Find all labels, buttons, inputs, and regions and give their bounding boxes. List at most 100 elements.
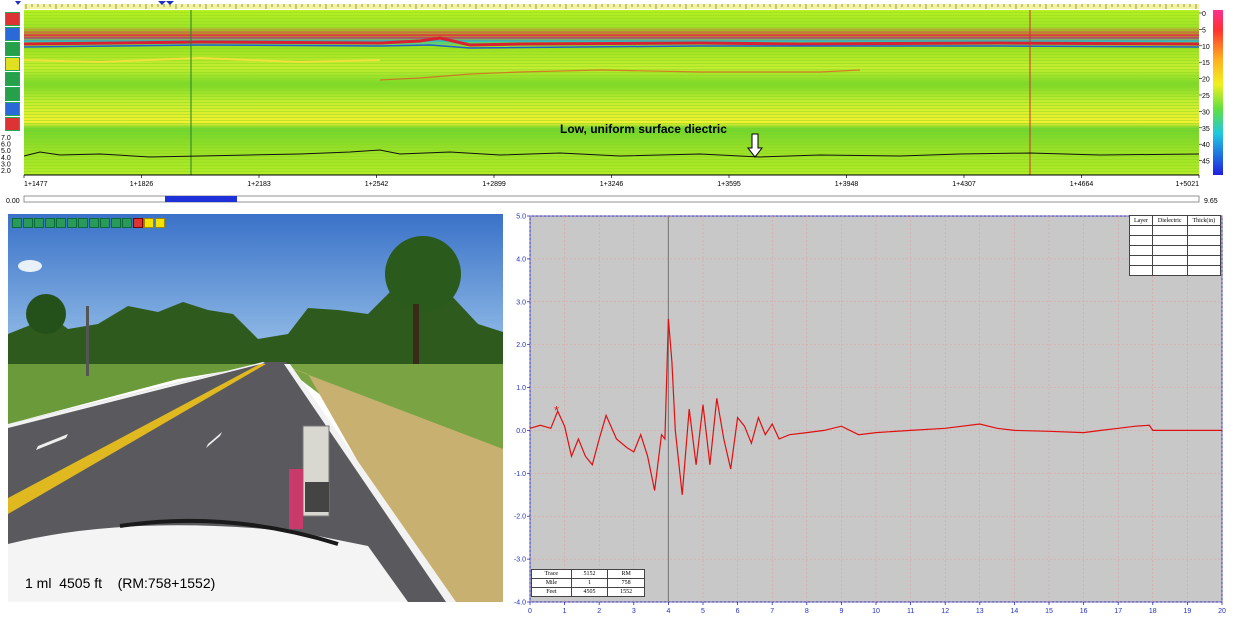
color-scale-label: 20 bbox=[1202, 77, 1210, 84]
table-row bbox=[1129, 225, 1222, 236]
color-scale-label: 45 bbox=[1202, 159, 1210, 166]
color-scale-label: 40 bbox=[1202, 142, 1210, 149]
mark-icon[interactable] bbox=[144, 218, 154, 228]
gpr-arrow-icon[interactable] bbox=[5, 27, 20, 41]
record-icon[interactable] bbox=[133, 218, 143, 228]
x-tick-label: 14 bbox=[1011, 608, 1019, 615]
x-tick-label: 13 bbox=[976, 608, 984, 615]
road-camera-view: 1 ml 4505 ft (RM:758+1552) bbox=[8, 214, 503, 602]
table-cell: 1 bbox=[570, 578, 609, 588]
color-scale-label: 15 bbox=[1202, 60, 1210, 67]
table-cell: RM bbox=[607, 569, 645, 579]
y-tick-label: -2.0 bbox=[514, 514, 526, 521]
gpr-zoom-icon[interactable] bbox=[5, 42, 20, 56]
x-tick-label: 9 bbox=[839, 608, 843, 615]
table-cell: 5152 bbox=[570, 569, 609, 579]
distance-tick-label: 1+3246 bbox=[600, 181, 624, 188]
table-cell: 4505 bbox=[570, 587, 609, 597]
table-cell: 1552 bbox=[607, 587, 645, 597]
gpr-filter-icon[interactable] bbox=[5, 57, 20, 71]
distance-tick-label: 1+2183 bbox=[247, 181, 271, 188]
prev-icon[interactable] bbox=[34, 218, 44, 228]
x-tick-label: 18 bbox=[1149, 608, 1157, 615]
layer-table-header: Thick(in) bbox=[1186, 215, 1222, 226]
y-tick-label: -1.0 bbox=[514, 471, 526, 478]
distance-tick-label: 1+2542 bbox=[365, 181, 389, 188]
gpr-select-icon[interactable] bbox=[5, 102, 20, 116]
last-frame-icon[interactable] bbox=[89, 218, 99, 228]
distance-tick-label: 1+5021 bbox=[1175, 181, 1199, 188]
gpr-panel: 0 5 10 15 20 25 30 35 40 45 7.0 6.0 5.0 4.0 3.0 2.0 Lo… bbox=[0, 0, 1236, 210]
prev-fast-icon[interactable] bbox=[23, 218, 33, 228]
x-tick-label: 5 bbox=[701, 608, 705, 615]
x-tick-label: 2 bbox=[597, 608, 601, 615]
x-tick-label: 8 bbox=[805, 608, 809, 615]
export-icon[interactable] bbox=[155, 218, 165, 228]
gpr-color-icon[interactable] bbox=[5, 12, 20, 26]
distance-tick-label: 1+3948 bbox=[835, 181, 859, 188]
color-scale-bar bbox=[1213, 10, 1223, 175]
y-tick-label: 2.0 bbox=[516, 342, 526, 349]
table-row bbox=[1129, 265, 1222, 276]
slider-thumb[interactable] bbox=[165, 196, 237, 202]
play-icon[interactable] bbox=[56, 218, 66, 228]
distance-tick-label: 1+3595 bbox=[717, 181, 741, 188]
trace-info-table: Trace 5152 RM Mile 1 758 Feet 4505 1552 bbox=[531, 569, 645, 597]
x-tick-label: 0 bbox=[528, 608, 532, 615]
x-tick-label: 12 bbox=[941, 608, 949, 615]
photo-location-caption: 1 ml 4505 ft (RM:758+1552) bbox=[25, 575, 216, 591]
color-scale-label: 10 bbox=[1202, 44, 1210, 51]
gpr-layer-icon[interactable] bbox=[5, 72, 20, 86]
x-tick-label: 7 bbox=[770, 608, 774, 615]
x-tick-label: 3 bbox=[632, 608, 636, 615]
color-scale-label: 0 bbox=[1202, 11, 1206, 18]
color-scale-label: 30 bbox=[1202, 109, 1210, 116]
gpr-compare-icon[interactable] bbox=[5, 117, 20, 131]
color-scale-label: 35 bbox=[1202, 126, 1210, 133]
loop-icon[interactable] bbox=[100, 218, 110, 228]
y-tick-label: 0.0 bbox=[516, 428, 526, 435]
gpr-marker-icon[interactable] bbox=[5, 87, 20, 101]
plot-grid bbox=[529, 215, 1223, 603]
video-toolbar bbox=[12, 218, 165, 228]
table-row bbox=[1129, 255, 1222, 266]
x-tick-label: 16 bbox=[1080, 608, 1088, 615]
distance-tick-label: 1+4307 bbox=[952, 181, 976, 188]
stop-icon[interactable] bbox=[45, 218, 55, 228]
layer-table: Layer Dielectric Thick(in) bbox=[1129, 215, 1222, 276]
x-tick-label: 17 bbox=[1114, 608, 1122, 615]
y-tick-label: 4.0 bbox=[516, 256, 526, 263]
table-row bbox=[1129, 235, 1222, 246]
x-tick-label: 20 bbox=[1218, 608, 1226, 615]
layer-table-header: Dielectric bbox=[1151, 215, 1188, 226]
color-scale-label: 5 bbox=[1202, 27, 1206, 34]
snapshot-icon[interactable] bbox=[111, 218, 121, 228]
gpr-radargram[interactable]: 0 5 10 15 20 25 30 35 40 45 7.06.05.04.03.02.0 Lo… bbox=[0, 0, 1236, 210]
y-tick-label: 1.0 bbox=[516, 385, 526, 392]
settings-icon[interactable] bbox=[122, 218, 132, 228]
table-cell: Mile bbox=[531, 578, 572, 588]
first-frame-icon[interactable] bbox=[12, 218, 22, 228]
x-tick-label: 11 bbox=[907, 608, 914, 615]
y-tick-label: 3.0 bbox=[516, 299, 526, 306]
next-icon[interactable] bbox=[67, 218, 77, 228]
table-cell: 758 bbox=[607, 578, 645, 588]
waveform-panel: 5.0 4.0 3.0 2.0 1.0 0.0 -1.0 -2.0 -3.0 -4.0 01234… bbox=[505, 210, 1236, 619]
next-fast-icon[interactable] bbox=[78, 218, 88, 228]
pick-marker-icon[interactable]: * bbox=[554, 403, 559, 418]
x-tick-label: 19 bbox=[1184, 608, 1192, 615]
annotation-text: Low, uniform surface diectric bbox=[560, 122, 727, 136]
y-axis-ticks: 5.0 4.0 3.0 2.0 1.0 0.0 -1.0 -2.0 -3.0 -4.0 bbox=[514, 214, 530, 607]
x-tick-label: 4 bbox=[666, 608, 670, 615]
x-tick-label: 10 bbox=[872, 608, 880, 615]
table-cell: Trace bbox=[531, 569, 572, 579]
y-tick-label: -4.0 bbox=[514, 600, 526, 607]
waveform-plot[interactable]: 5.04.03.02.01.00.0-1.0-2.0-3.0-4.0 01234… bbox=[505, 210, 1236, 619]
distance-tick-label: 1+1477 bbox=[24, 181, 48, 188]
road-photo bbox=[8, 214, 503, 602]
layer-table-header: Layer bbox=[1129, 215, 1153, 226]
dielectric-axis-labels: 7.06.05.04.03.02.0 bbox=[1, 135, 11, 175]
color-scale-label: 25 bbox=[1202, 93, 1210, 100]
distance-tick-label: 1+1826 bbox=[130, 181, 154, 188]
dielectric-axis-label: 2.0 bbox=[1, 168, 11, 175]
